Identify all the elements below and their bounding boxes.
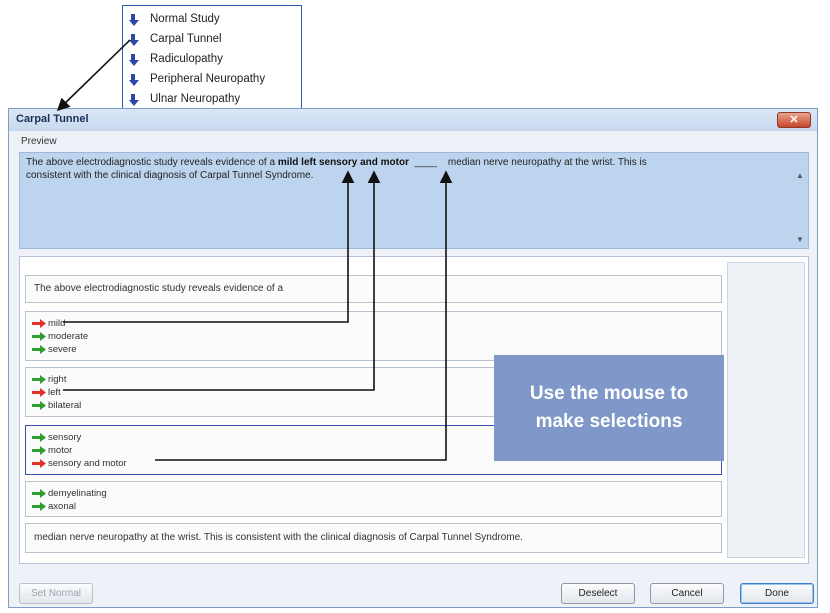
- scroll-up-arrow-icon[interactable]: ▲: [796, 171, 804, 180]
- down-right-arrow-icon: [129, 13, 139, 26]
- scroll-down-arrow-icon[interactable]: ▼: [796, 235, 804, 244]
- option-axonal[interactable]: axonal: [32, 500, 76, 512]
- down-right-arrow-icon: [129, 53, 139, 66]
- unselected-arrow-icon: [32, 445, 46, 455]
- selected-arrow-icon: [32, 387, 46, 397]
- instruction-callout: Use the mouse to make selections: [494, 355, 724, 461]
- closing-block: median nerve neuropathy at the wrist. Th…: [25, 523, 722, 553]
- option-bilateral[interactable]: bilateral: [32, 399, 81, 411]
- unselected-arrow-icon: [32, 344, 46, 354]
- preview-text: The above electrodiagnostic study reveal…: [26, 157, 647, 181]
- option-sensory-and-motor[interactable]: sensory and motor: [32, 457, 127, 469]
- preview-textbox[interactable]: The above electrodiagnostic study reveal…: [19, 152, 809, 249]
- template-item-ulnar-neuropathy[interactable]: Ulnar Neuropathy: [129, 90, 240, 108]
- selected-arrow-icon: [32, 458, 46, 468]
- unselected-arrow-icon: [32, 501, 46, 511]
- side-panel: [727, 262, 805, 558]
- template-item-normal-study[interactable]: Normal Study: [129, 10, 220, 28]
- close-button[interactable]: ✕: [777, 112, 811, 128]
- severity-options: mild moderate severe: [25, 311, 722, 361]
- dialog-titlebar: Carpal Tunnel ✕: [9, 109, 817, 131]
- intro-block: The above electrodiagnostic study reveal…: [25, 275, 722, 303]
- deselect-button[interactable]: Deselect: [561, 583, 635, 604]
- down-right-arrow-icon: [129, 73, 139, 86]
- down-right-arrow-icon: [129, 93, 139, 106]
- unselected-arrow-icon: [32, 374, 46, 384]
- template-item-radiculopathy[interactable]: Radiculopathy: [129, 50, 223, 68]
- option-right[interactable]: right: [32, 373, 66, 385]
- unselected-arrow-icon: [32, 432, 46, 442]
- unselected-arrow-icon: [32, 488, 46, 498]
- option-severe[interactable]: severe: [32, 343, 77, 355]
- option-mild[interactable]: mild: [32, 317, 65, 329]
- down-right-arrow-icon: [129, 33, 139, 46]
- option-left[interactable]: left: [32, 386, 61, 398]
- option-demyelinating[interactable]: demyelinating: [32, 487, 107, 499]
- template-menu: Normal Study Carpal Tunnel Radiculopathy…: [122, 5, 302, 113]
- preview-label: Preview: [21, 136, 57, 147]
- option-motor[interactable]: motor: [32, 444, 72, 456]
- dialog-title: Carpal Tunnel: [16, 113, 89, 125]
- template-item-peripheral-neuropathy[interactable]: Peripheral Neuropathy: [129, 70, 265, 88]
- cancel-button[interactable]: Cancel: [650, 583, 724, 604]
- option-moderate[interactable]: moderate: [32, 330, 88, 342]
- selected-arrow-icon: [32, 318, 46, 328]
- type-options: demyelinating axonal: [25, 481, 722, 517]
- preview-blank: ____: [414, 157, 437, 168]
- template-item-carpal-tunnel[interactable]: Carpal Tunnel: [129, 30, 222, 48]
- arrow-menu-to-title: [56, 39, 131, 112]
- close-icon: ✕: [789, 114, 799, 126]
- set-normal-button[interactable]: Set Normal: [19, 583, 93, 604]
- unselected-arrow-icon: [32, 331, 46, 341]
- done-button[interactable]: Done: [740, 583, 814, 604]
- preview-selection: mild left sensory and motor: [277, 157, 409, 168]
- unselected-arrow-icon: [32, 400, 46, 410]
- option-sensory[interactable]: sensory: [32, 431, 81, 443]
